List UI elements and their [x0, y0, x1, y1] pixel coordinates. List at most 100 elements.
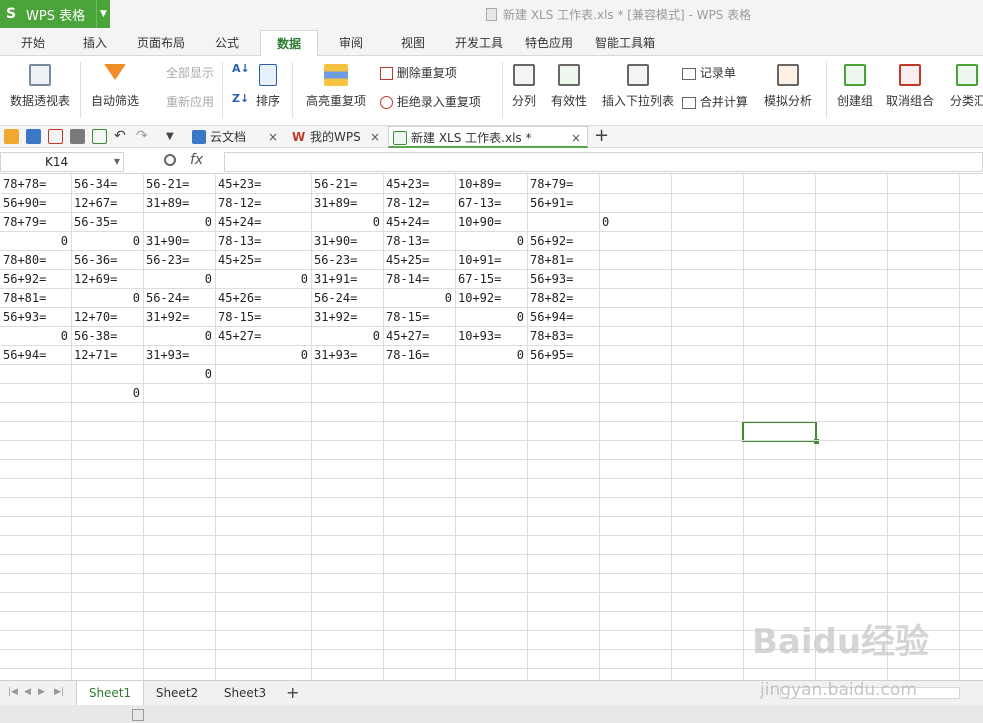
fx-icon[interactable]: fx [190, 152, 203, 168]
cell[interactable]: 0 [71, 384, 143, 403]
selected-cell[interactable] [742, 421, 819, 444]
cell[interactable]: 0 [215, 270, 311, 289]
cell[interactable]: 0 [311, 327, 383, 346]
cell[interactable]: 56-34= [71, 175, 143, 194]
cell[interactable]: 31+92= [143, 308, 215, 327]
cell[interactable]: 56+93= [0, 308, 71, 327]
cell[interactable]: 56+91= [527, 194, 599, 213]
redo-icon[interactable]: ↷ [136, 129, 151, 144]
cell[interactable]: 56+92= [527, 232, 599, 251]
subtotal-button[interactable]: 分类汇 [950, 64, 983, 109]
save-icon[interactable] [26, 129, 41, 144]
name-box[interactable]: K14 ▼ [0, 152, 124, 172]
consolidate-button[interactable]: 合并计算 [682, 93, 748, 110]
cell[interactable]: 78+82= [527, 289, 599, 308]
cell[interactable]: 45+27= [215, 327, 311, 346]
highlight-duplicates-button[interactable]: 高亮重复项 [300, 64, 372, 109]
cell[interactable]: 12+71= [71, 346, 143, 365]
cell[interactable]: 56-24= [143, 289, 215, 308]
cell[interactable]: 0 [455, 346, 527, 365]
cell[interactable]: 45+27= [383, 327, 455, 346]
new-tab-icon[interactable]: + [594, 127, 609, 145]
cell[interactable]: 56+93= [527, 270, 599, 289]
cell[interactable]: 31+91= [311, 270, 383, 289]
open-icon[interactable] [4, 129, 19, 144]
cell[interactable]: 0 [71, 289, 143, 308]
sort-button[interactable]: 排序 [254, 64, 282, 109]
cell[interactable]: 56+94= [527, 308, 599, 327]
cell[interactable]: 78+79= [527, 175, 599, 194]
cell[interactable]: 56-38= [71, 327, 143, 346]
cell[interactable]: 45+24= [215, 213, 311, 232]
cell[interactable]: 56+94= [0, 346, 71, 365]
cell[interactable]: 0 [0, 327, 71, 346]
sheet-tab-2[interactable]: Sheet2 [146, 681, 208, 705]
close-icon[interactable]: × [370, 126, 380, 148]
cell[interactable]: 67-15= [455, 270, 527, 289]
cell[interactable]: 56-35= [71, 213, 143, 232]
chevron-down-icon[interactable]: ▼ [166, 129, 181, 144]
cell[interactable]: 0 [455, 308, 527, 327]
group-button[interactable]: 创建组 [836, 64, 874, 109]
cell[interactable]: 56-21= [311, 175, 383, 194]
add-sheet-icon[interactable]: + [286, 683, 299, 702]
cell[interactable]: 0 [143, 270, 215, 289]
reapply-button[interactable]: 重新应用 [148, 93, 214, 110]
cell[interactable]: 78+81= [0, 289, 71, 308]
sort-desc-icon[interactable]: Z↓ [232, 92, 249, 105]
zoom-icon[interactable] [164, 154, 176, 166]
tab-start[interactable]: 开始 [8, 30, 58, 56]
print-preview-icon[interactable] [92, 129, 107, 144]
cell[interactable]: 31+90= [143, 232, 215, 251]
tab-cloud-docs[interactable]: 云文档 × [188, 126, 284, 148]
cell[interactable]: 78+79= [0, 213, 71, 232]
cell[interactable]: 78-14= [383, 270, 455, 289]
cell[interactable]: 45+25= [383, 251, 455, 270]
cell[interactable]: 78-16= [383, 346, 455, 365]
undo-icon[interactable]: ↶ [114, 129, 129, 144]
tab-smart-tools[interactable]: 智能工具箱 [588, 30, 662, 56]
validity-button[interactable]: 有效性 [546, 64, 592, 109]
print-icon[interactable] [70, 129, 85, 144]
tab-insert[interactable]: 插入 [70, 30, 120, 56]
cell[interactable]: 56-36= [71, 251, 143, 270]
cell[interactable]: 67-13= [455, 194, 527, 213]
cell[interactable]: 10+90= [455, 213, 527, 232]
sort-asc-icon[interactable]: A↓ [232, 62, 250, 75]
cell[interactable]: 78-15= [215, 308, 311, 327]
reject-duplicates-button[interactable]: 拒绝录入重复项 [380, 93, 481, 110]
close-icon[interactable]: × [571, 127, 581, 149]
chevron-down-icon[interactable]: ▼ [114, 153, 120, 171]
cell[interactable]: 12+69= [71, 270, 143, 289]
cell[interactable]: 31+89= [143, 194, 215, 213]
tab-review[interactable]: 审阅 [326, 30, 376, 56]
cell[interactable]: 45+23= [383, 175, 455, 194]
first-sheet-icon[interactable]: |◀ [8, 687, 18, 697]
cell[interactable]: 56-24= [311, 289, 383, 308]
cell[interactable]: 0 [215, 346, 311, 365]
cell[interactable]: 31+92= [311, 308, 383, 327]
autofilter-button[interactable]: 自动筛选 [90, 64, 140, 109]
cell[interactable]: 78-12= [215, 194, 311, 213]
what-if-button[interactable]: 模拟分析 [758, 64, 818, 109]
cell[interactable]: 78-13= [383, 232, 455, 251]
cell[interactable]: 78-12= [383, 194, 455, 213]
tab-my-wps[interactable]: W 我的WPS × [288, 126, 386, 148]
next-sheet-icon[interactable]: ▶ [38, 687, 45, 697]
cell[interactable]: 0 [599, 213, 612, 232]
tab-features[interactable]: 特色应用 [518, 30, 580, 56]
last-sheet-icon[interactable]: ▶| [54, 687, 64, 697]
cell[interactable]: 78+80= [0, 251, 71, 270]
cell[interactable]: 10+91= [455, 251, 527, 270]
tab-developer[interactable]: 开发工具 [448, 30, 510, 56]
cell[interactable]: 56+95= [527, 346, 599, 365]
cell[interactable]: 31+93= [311, 346, 383, 365]
delete-duplicates-button[interactable]: 删除重复项 [380, 64, 457, 81]
cell[interactable]: 56+90= [0, 194, 71, 213]
tab-formula[interactable]: 公式 [202, 30, 252, 56]
cell[interactable]: 56+92= [0, 270, 71, 289]
tab-page-layout[interactable]: 页面布局 [128, 30, 194, 56]
cell[interactable]: 31+89= [311, 194, 383, 213]
cell[interactable]: 0 [143, 327, 215, 346]
tab-view[interactable]: 视图 [388, 30, 438, 56]
